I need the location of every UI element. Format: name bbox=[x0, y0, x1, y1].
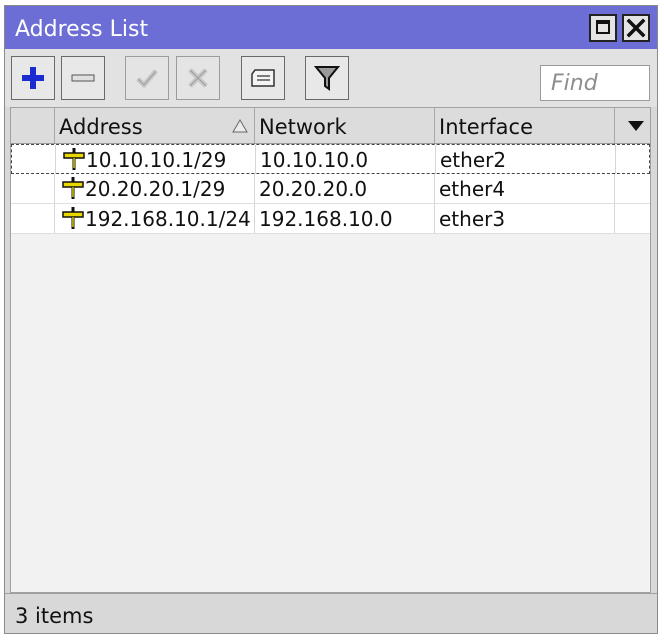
title-bar[interactable]: Address List bbox=[5, 6, 657, 49]
item-count: 3 items bbox=[15, 604, 94, 628]
maximize-button[interactable] bbox=[589, 14, 617, 42]
address-icon bbox=[63, 148, 85, 170]
comment-button[interactable] bbox=[241, 56, 285, 100]
interface-cell: ether2 bbox=[436, 145, 616, 174]
network-cell: 20.20.20.0 bbox=[255, 174, 435, 203]
address-cell: 192.168.10.1/24 bbox=[55, 204, 255, 233]
add-button[interactable] bbox=[11, 56, 55, 100]
header-spacer bbox=[11, 108, 55, 143]
status-bar: 3 items bbox=[5, 593, 657, 633]
address-table: Address Network Interface 10.10.10.1/29 … bbox=[10, 107, 651, 593]
check-icon bbox=[136, 69, 158, 89]
network-cell: 10.10.10.0 bbox=[256, 145, 436, 174]
column-header-network[interactable]: Network bbox=[255, 108, 435, 143]
column-header-interface[interactable]: Interface bbox=[435, 108, 615, 143]
add-icon bbox=[22, 67, 44, 89]
address-cell: 20.20.20.1/29 bbox=[55, 174, 255, 203]
enable-button[interactable] bbox=[125, 56, 169, 100]
row-flag-cell bbox=[11, 174, 55, 203]
close-icon bbox=[626, 18, 646, 38]
disable-button[interactable] bbox=[176, 56, 220, 100]
address-icon bbox=[62, 177, 84, 199]
window-title: Address List bbox=[15, 17, 149, 42]
filter-icon bbox=[314, 66, 340, 91]
network-cell: 192.168.10.0 bbox=[255, 204, 435, 233]
row-flag-cell bbox=[11, 204, 55, 233]
column-header-address[interactable]: Address bbox=[55, 108, 255, 143]
sort-ascending-icon bbox=[232, 119, 248, 133]
find-input[interactable] bbox=[540, 65, 650, 101]
close-button[interactable] bbox=[622, 14, 650, 42]
table-header: Address Network Interface bbox=[11, 108, 650, 144]
remove-button[interactable] bbox=[61, 56, 105, 100]
remove-icon bbox=[71, 74, 95, 82]
column-menu-dropdown-icon[interactable] bbox=[627, 120, 645, 132]
table-row[interactable]: 192.168.10.1/24 192.168.10.0 ether3 bbox=[11, 204, 650, 234]
filter-button[interactable] bbox=[305, 56, 349, 100]
address-cell: 10.10.10.1/29 bbox=[56, 145, 256, 174]
address-icon bbox=[62, 207, 84, 229]
maximize-icon bbox=[596, 20, 610, 34]
toolbar bbox=[5, 49, 657, 107]
table-row[interactable]: 10.10.10.1/29 10.10.10.0 ether2 bbox=[11, 144, 650, 174]
comment-icon bbox=[251, 69, 275, 87]
interface-cell: ether4 bbox=[435, 174, 615, 203]
x-icon bbox=[188, 68, 208, 88]
address-list-window: Address List Find Address Network Interf… bbox=[4, 5, 658, 634]
table-row[interactable]: 20.20.20.1/29 20.20.20.0 ether4 bbox=[11, 174, 650, 204]
row-flag-cell bbox=[12, 145, 56, 174]
interface-cell: ether3 bbox=[435, 204, 615, 233]
